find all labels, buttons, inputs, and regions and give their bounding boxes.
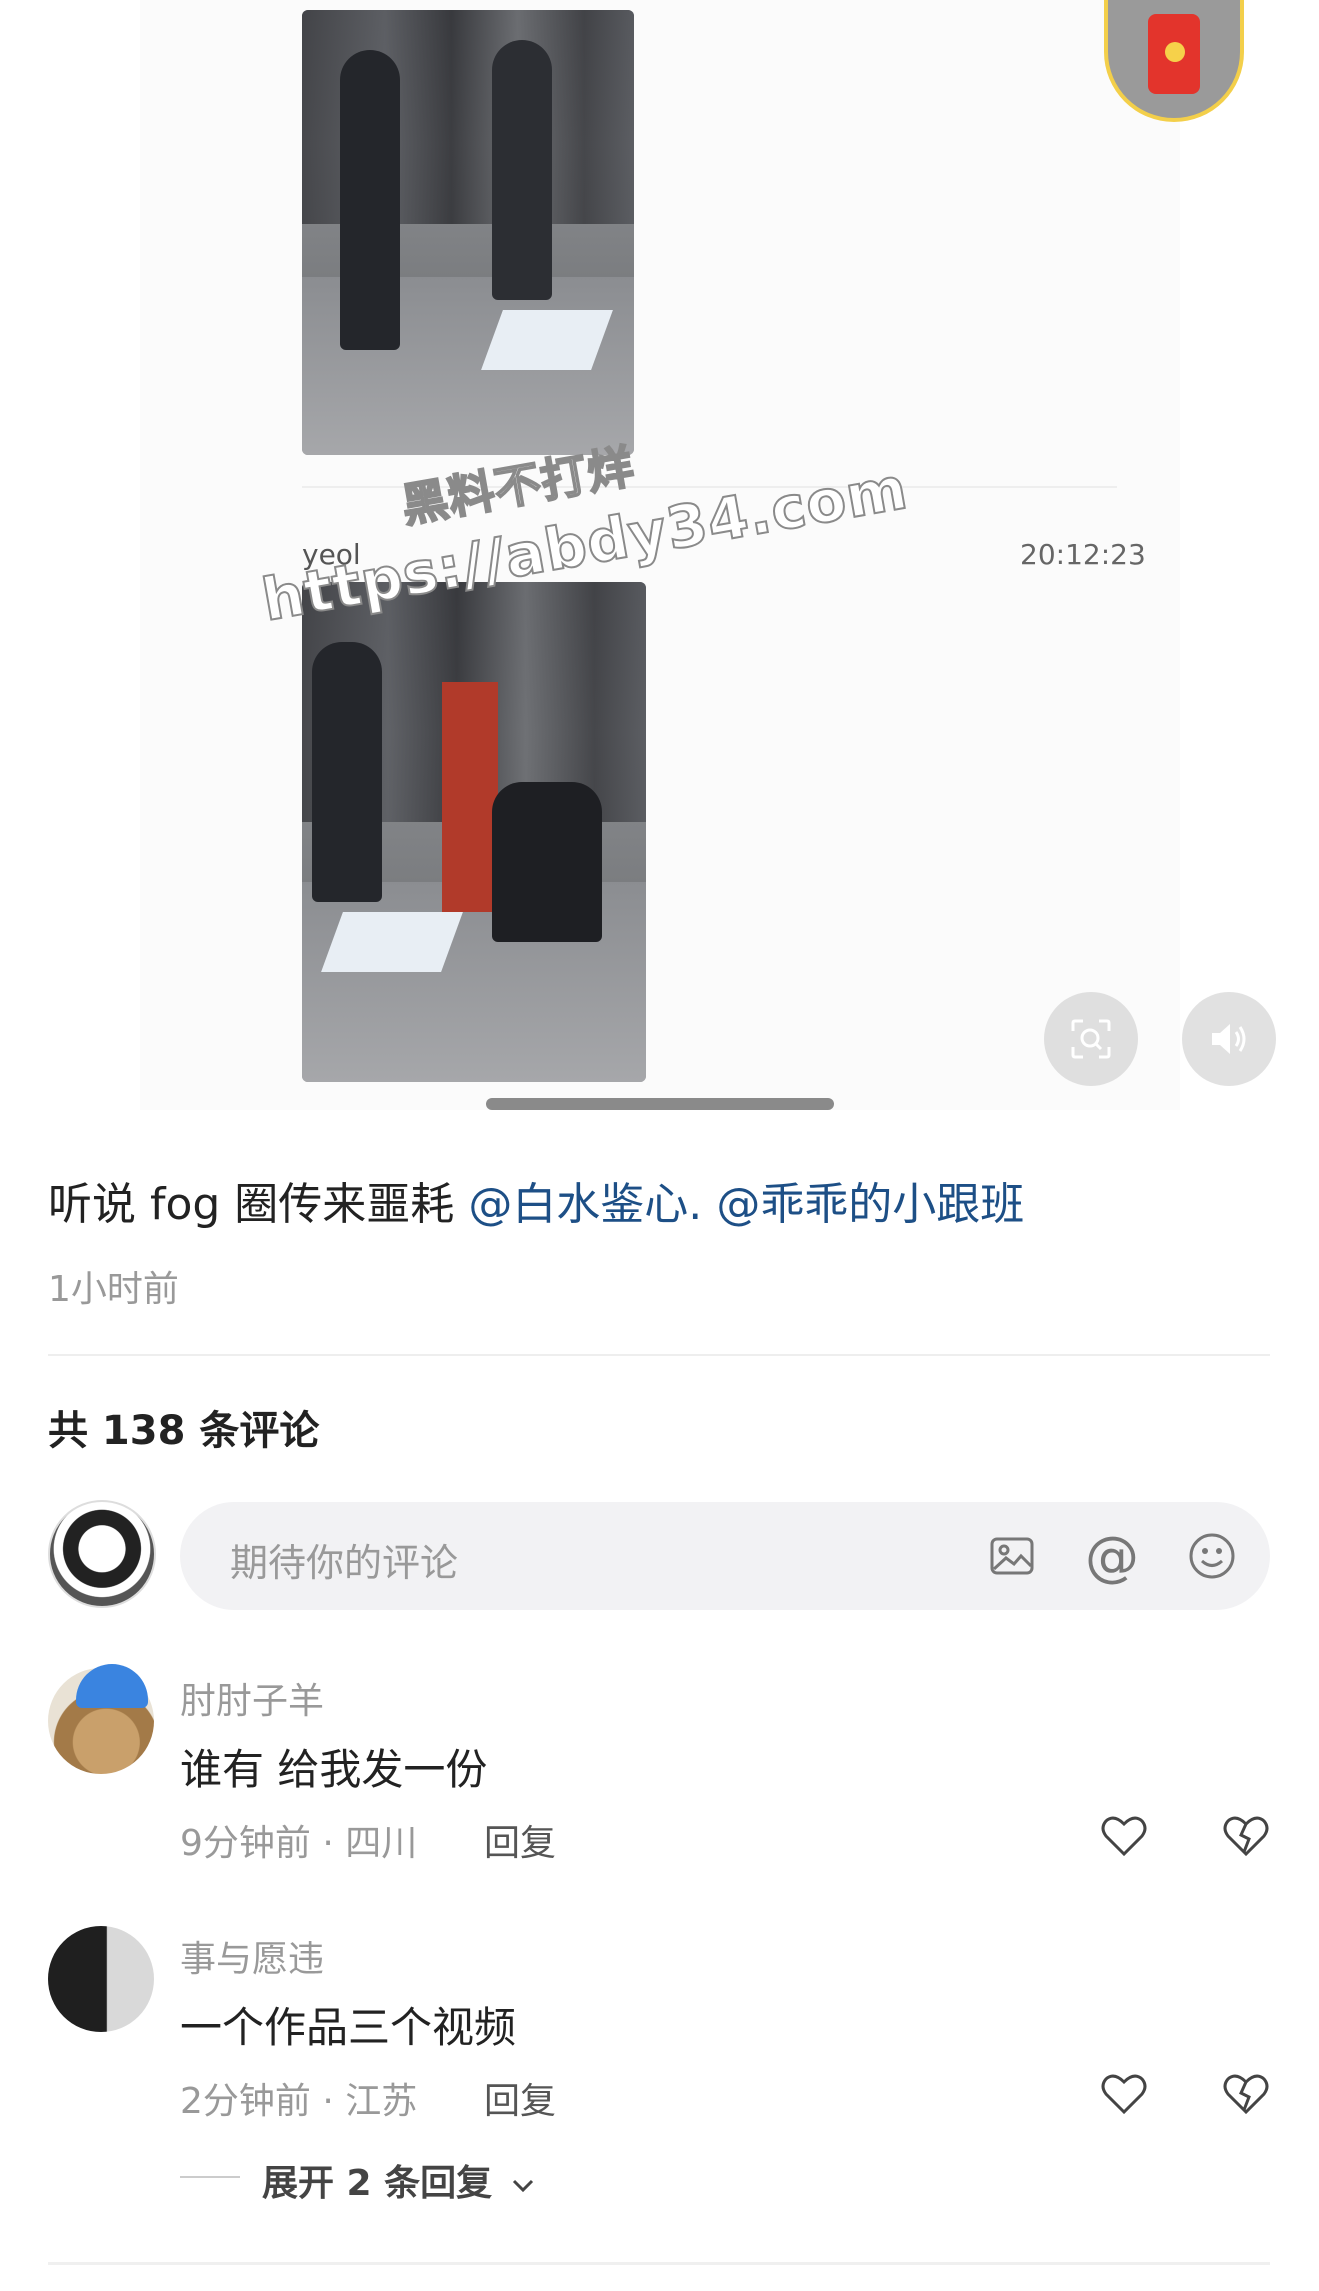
heart-icon[interactable] <box>1096 1808 1152 1864</box>
scan-search-icon <box>1071 1019 1111 1059</box>
video-thumbnail-2[interactable] <box>302 582 646 1082</box>
comment-avatar[interactable] <box>48 1664 154 1774</box>
comment-input[interactable]: 期待你的评论 @ <box>180 1502 1270 1610</box>
sound-button[interactable] <box>1182 992 1276 1086</box>
mention-link-1[interactable]: @白水鉴心. <box>468 1179 702 1230</box>
comment-input-placeholder: 期待你的评论 <box>230 1541 459 1585</box>
expand-divider <box>180 2176 240 2178</box>
comment-username[interactable]: 肘肘子羊 <box>180 1672 324 1724</box>
reply-button[interactable]: 回复 <box>484 1814 556 1866</box>
post-time: 1小时前 <box>48 1269 179 1310</box>
comment-meta: 9分钟前 · 四川 <box>180 1823 418 1864</box>
at-mention-icon[interactable]: @ <box>1084 1525 1140 1588</box>
message-time: 20:12:23 <box>1020 538 1146 571</box>
expand-replies-button[interactable]: 展开 2 条回复 <box>262 2154 537 2206</box>
chevron-down-icon <box>512 2179 533 2193</box>
comment-avatar[interactable] <box>48 1926 154 2032</box>
heart-icon[interactable] <box>1096 2066 1152 2122</box>
mention-link-2[interactable]: @乖乖的小跟班 <box>716 1179 1024 1230</box>
scan-search-button[interactable] <box>1044 992 1138 1086</box>
comment-meta: 2分钟前 · 江苏 <box>180 2081 418 2122</box>
broken-heart-icon[interactable] <box>1218 2066 1274 2122</box>
broken-heart-icon[interactable] <box>1218 1808 1274 1864</box>
bottom-divider <box>48 2262 1270 2265</box>
comment-text: 一个作品三个视频 <box>180 2003 517 2052</box>
reply-button[interactable]: 回复 <box>484 2072 556 2124</box>
my-avatar[interactable] <box>48 1500 156 1608</box>
section-divider <box>48 1354 1270 1356</box>
comment-username[interactable]: 事与愿违 <box>180 1930 324 1982</box>
image-icon[interactable] <box>984 1528 1040 1584</box>
expand-replies-label: 展开 2 条回复 <box>262 2163 493 2204</box>
post-caption: 听说 fog 圈传来噩耗 @白水鉴心. @乖乖的小跟班 <box>48 1168 1024 1232</box>
media-scroll-indicator[interactable] <box>486 1098 834 1110</box>
speaker-icon <box>1212 1024 1246 1054</box>
comment-text: 谁有 给我发一份 <box>180 1745 488 1794</box>
video-thumbnail-1[interactable] <box>302 10 634 455</box>
comment-count: 共 138 条评论 <box>48 1408 320 1454</box>
emoji-icon[interactable] <box>1184 1528 1240 1584</box>
caption-text: 听说 fog 圈传来噩耗 <box>48 1179 469 1230</box>
